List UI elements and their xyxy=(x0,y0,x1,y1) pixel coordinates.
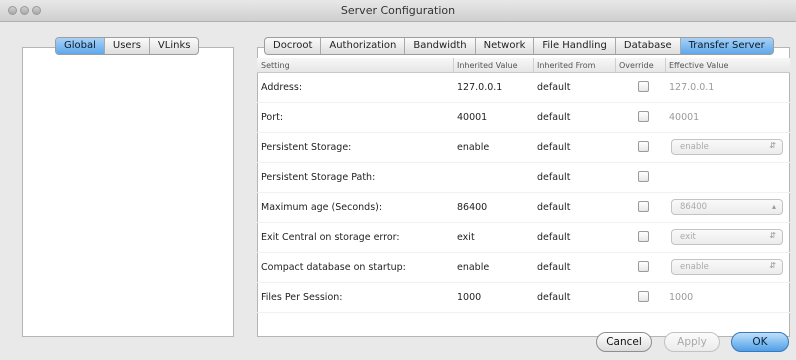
right-tab-bar: Docroot Authorization Bandwidth Network … xyxy=(264,37,774,55)
inherited-from: default xyxy=(537,232,571,243)
settings-table: Setting Inherited Value Inherited From O… xyxy=(257,58,790,313)
override-checkbox[interactable] xyxy=(638,261,649,272)
apply-button[interactable]: Apply xyxy=(664,332,720,352)
title-bar: Server Configuration xyxy=(0,0,796,22)
spinner-value: 86400 xyxy=(680,202,708,212)
left-tab-bar: Global Users VLinks xyxy=(55,37,200,55)
inherited-from: default xyxy=(537,292,571,303)
column-divider xyxy=(453,58,454,72)
table-row: Persistent Storage Path: default xyxy=(257,163,790,193)
header-effective-value[interactable]: Effective Value xyxy=(669,61,728,70)
inherited-value: exit xyxy=(457,232,475,243)
table-row: Compact database on startup: enable defa… xyxy=(257,253,790,283)
table-row: Exit Central on storage error: exit defa… xyxy=(257,223,790,253)
tab-database[interactable]: Database xyxy=(616,38,681,54)
override-checkbox[interactable] xyxy=(638,141,649,152)
setting-label: Compact database on startup: xyxy=(261,262,406,273)
inherited-value: 86400 xyxy=(457,202,488,213)
window-title: Server Configuration xyxy=(340,4,456,17)
inherited-from: default xyxy=(537,202,571,213)
up-down-arrows-icon: ⇵ xyxy=(769,231,776,240)
effective-value-select[interactable]: enable ⇵ xyxy=(671,139,783,155)
select-value: exit xyxy=(680,232,696,242)
column-divider xyxy=(665,58,666,72)
tab-global[interactable]: Global xyxy=(56,38,105,54)
header-inherited-from[interactable]: Inherited From xyxy=(537,61,595,70)
table-row: Address: 127.0.0.1 default 127.0.0.1 xyxy=(257,73,790,103)
table-row: Port: 40001 default 40001 xyxy=(257,103,790,133)
inherited-value: 1000 xyxy=(457,292,482,303)
cancel-button[interactable]: Cancel xyxy=(596,332,652,352)
inherited-from: default xyxy=(537,262,571,273)
table-row: Files Per Session: 1000 default 1000 xyxy=(257,283,790,313)
setting-label: Exit Central on storage error: xyxy=(261,232,400,243)
tab-docroot[interactable]: Docroot xyxy=(265,38,322,54)
effective-value: 40001 xyxy=(669,112,700,123)
column-divider xyxy=(533,58,534,72)
server-configuration-window: Server Configuration Global Users VLinks… xyxy=(0,0,796,360)
override-checkbox[interactable] xyxy=(638,291,649,302)
inherited-value: enable xyxy=(457,142,490,153)
tab-vlinks[interactable]: VLinks xyxy=(150,38,199,54)
inherited-value: 127.0.0.1 xyxy=(457,82,503,93)
effective-value-select[interactable]: enable ⇵ xyxy=(671,259,783,275)
header-inherited-value[interactable]: Inherited Value xyxy=(457,61,518,70)
effective-value: 1000 xyxy=(669,292,694,303)
tab-transfer-server[interactable]: Transfer Server xyxy=(680,38,773,54)
inherited-from: default xyxy=(537,142,571,153)
setting-label: Persistent Storage: xyxy=(261,142,352,153)
select-value: enable xyxy=(680,142,709,152)
override-checkbox[interactable] xyxy=(638,201,649,212)
effective-value-select[interactable]: exit ⇵ xyxy=(671,229,783,245)
select-value: enable xyxy=(680,262,709,272)
override-checkbox[interactable] xyxy=(638,231,649,242)
inherited-from: default xyxy=(537,82,571,93)
column-divider xyxy=(615,58,616,72)
tab-users[interactable]: Users xyxy=(105,38,150,54)
up-down-arrows-icon: ⇵ xyxy=(769,261,776,270)
tab-authorization[interactable]: Authorization xyxy=(321,38,406,54)
effective-value-spinner[interactable]: 86400 ▴ xyxy=(671,199,783,215)
override-checkbox[interactable] xyxy=(638,81,649,92)
inherited-value: enable xyxy=(457,262,490,273)
setting-label: Persistent Storage Path: xyxy=(261,172,376,183)
setting-label: Maximum age (Seconds): xyxy=(261,202,383,213)
override-checkbox[interactable] xyxy=(638,171,649,182)
table-header: Setting Inherited Value Inherited From O… xyxy=(257,58,790,73)
tab-file-handling[interactable]: File Handling xyxy=(534,38,616,54)
setting-label: Address: xyxy=(261,82,303,93)
tab-network[interactable]: Network xyxy=(476,38,535,54)
left-panel xyxy=(22,47,234,337)
inherited-value: 40001 xyxy=(457,112,488,123)
inherited-from: default xyxy=(537,112,571,123)
ok-button[interactable]: OK xyxy=(731,332,789,352)
table-row: Persistent Storage: enable default enabl… xyxy=(257,133,790,163)
up-down-arrows-icon: ⇵ xyxy=(769,141,776,150)
spinner-arrows-icon[interactable]: ▴ xyxy=(772,202,776,211)
override-checkbox[interactable] xyxy=(638,111,649,122)
header-setting[interactable]: Setting xyxy=(261,61,290,70)
table-row: Maximum age (Seconds): 86400 default 864… xyxy=(257,193,790,223)
effective-value: 127.0.0.1 xyxy=(669,82,715,93)
tab-bandwidth[interactable]: Bandwidth xyxy=(405,38,476,54)
header-override[interactable]: Override xyxy=(619,61,654,70)
setting-label: Port: xyxy=(261,112,284,123)
setting-label: Files Per Session: xyxy=(261,292,343,303)
inherited-from: default xyxy=(537,172,571,183)
